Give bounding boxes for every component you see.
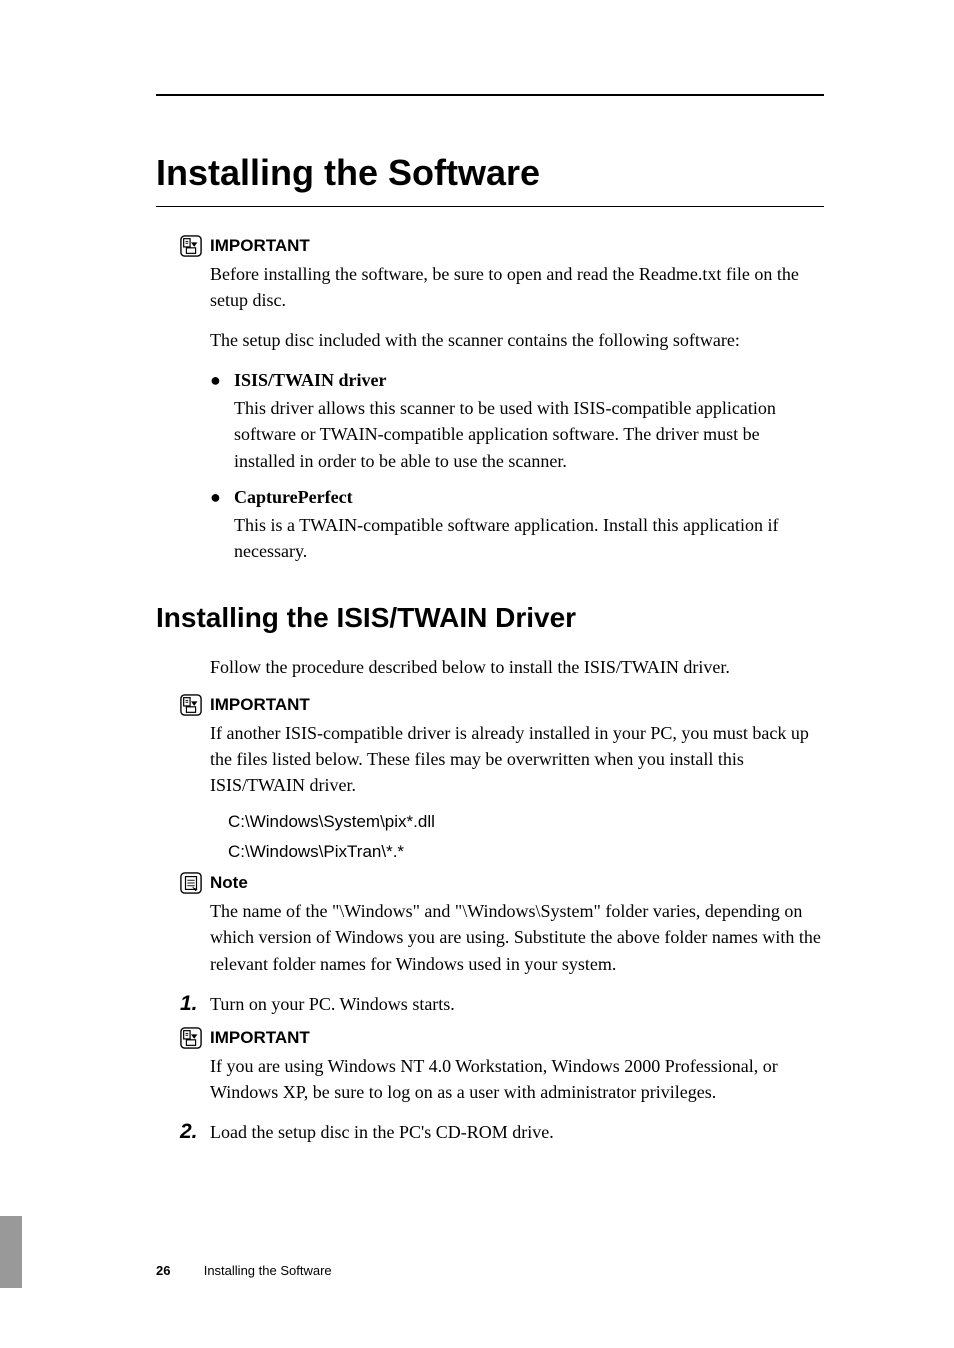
step-number: 1. [180, 992, 204, 1016]
note-text: The name of the "\Windows" and "\Windows… [210, 898, 824, 976]
subintro-text: Follow the procedure described below to … [210, 654, 824, 680]
important-label: IMPORTANT [210, 1028, 310, 1048]
title-rule [156, 206, 824, 207]
path-2: C:\Windows\PixTran\*.* [228, 842, 824, 862]
important-label: IMPORTANT [210, 695, 310, 715]
path-1: C:\Windows\System\pix*.dll [228, 812, 824, 832]
step-text-2: Load the setup disc in the PC's CD-ROM d… [210, 1119, 554, 1145]
bullet-label-2: CapturePerfect [234, 484, 353, 510]
section-title: Installing the ISIS/TWAIN Driver [156, 602, 824, 634]
important-icon [180, 694, 202, 716]
bullet-label-1: ISIS/TWAIN driver [234, 367, 387, 393]
intro-text: The setup disc included with the scanner… [210, 327, 824, 353]
side-tab [0, 1216, 22, 1288]
important-text-2: If another ISIS-compatible driver is alr… [210, 720, 824, 798]
footer-label: Installing the Software [204, 1263, 332, 1278]
important-text-1: Before installing the software, be sure … [210, 261, 824, 313]
page-number: 26 [156, 1263, 170, 1278]
bullet-dot: ● [210, 484, 224, 510]
bullet-dot: ● [210, 367, 224, 393]
page-footer: 26 Installing the Software [156, 1263, 332, 1278]
important-text-3: If you are using Windows NT 4.0 Workstat… [210, 1053, 824, 1105]
bullet-desc-2: This is a TWAIN-compatible software appl… [234, 512, 824, 564]
top-rule [156, 94, 824, 96]
note-label: Note [210, 873, 248, 893]
page-title: Installing the Software [156, 152, 824, 194]
note-icon [180, 872, 202, 894]
step-number: 2. [180, 1120, 204, 1144]
step-text-1: Turn on your PC. Windows starts. [210, 991, 455, 1017]
bullet-desc-1: This driver allows this scanner to be us… [234, 395, 824, 473]
important-icon [180, 235, 202, 257]
important-label: IMPORTANT [210, 236, 310, 256]
important-icon [180, 1027, 202, 1049]
